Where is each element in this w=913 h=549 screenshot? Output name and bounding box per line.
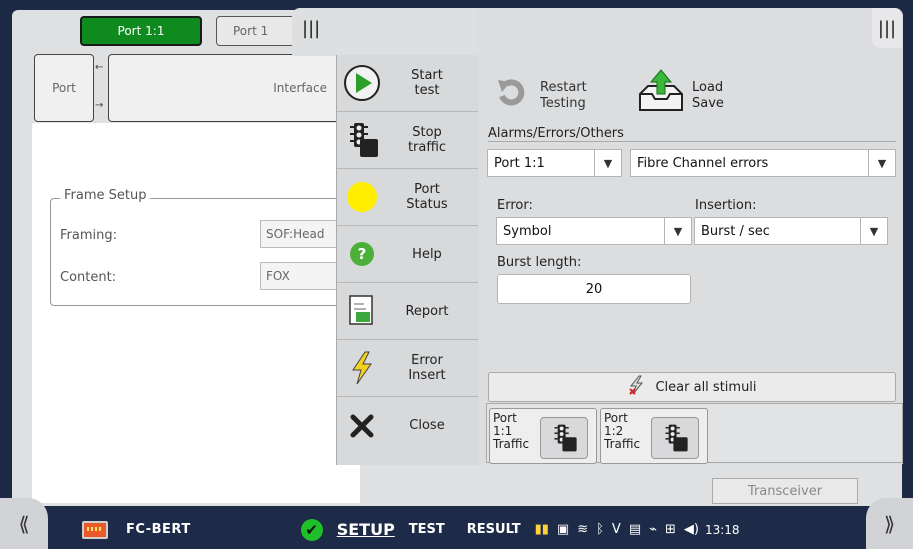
clock: 13:18 [704, 522, 740, 537]
lightning-icon [337, 350, 387, 386]
arrow-right-icon: → [95, 100, 104, 111]
status-bar: FC-BERT ✔ SETUP TEST RESULT ▮▮ ▣ ≋ ᛒ V ▤… [48, 510, 866, 549]
clear-all-stimuli-label: Clear all stimuli [655, 379, 757, 395]
network-icon: ⌁ [649, 522, 657, 537]
bluetooth-icon: ᛒ [596, 522, 604, 537]
error-select-value: Symbol [503, 223, 552, 239]
check-icon: ✔ [300, 518, 323, 541]
play-icon [337, 63, 387, 103]
panel-grip-icon[interactable]: ||| [872, 8, 902, 48]
scroll-left-button[interactable]: ⟪ [0, 498, 48, 549]
chevron-down-icon: ▼ [860, 218, 887, 244]
error-label: Error: [497, 198, 533, 213]
content-label: Content: [60, 270, 117, 285]
nav-test[interactable]: TEST [409, 522, 445, 537]
setup-content [32, 123, 360, 503]
transceiver-button[interactable]: Transceiver [712, 478, 858, 504]
transceiver-label: Transceiver [747, 483, 823, 499]
load-save-button[interactable]: Load Save [692, 80, 724, 112]
error-select[interactable]: Symbol ▼ [496, 217, 692, 245]
lan-icon: ⊞ [664, 522, 676, 537]
menu-grip-icon[interactable]: ||| [302, 18, 320, 39]
burst-length-label: Burst length: [497, 255, 582, 270]
double-chevron-left-icon: ⟪ [18, 511, 30, 536]
report-label: Report [405, 303, 449, 319]
port-block[interactable]: Port [34, 54, 94, 122]
power-icon: ▮▮ [534, 522, 549, 537]
port-1-2-traffic-button[interactable]: Port 1:2 Traffic [600, 408, 708, 464]
port-select[interactable]: Port 1:1 ▼ [487, 149, 622, 177]
framing-label: Framing: [60, 228, 117, 243]
start-test-button[interactable]: Start test [337, 55, 481, 112]
clear-stimuli-icon [627, 375, 647, 399]
category-select-value: Fibre Channel errors [637, 155, 769, 171]
speaker-icon: ◀) [683, 522, 699, 537]
report-icon [337, 294, 387, 328]
error-insert-label: Error Insert [408, 353, 446, 383]
interface-block[interactable]: Interface [108, 54, 348, 122]
double-chevron-right-icon: ⟫ [883, 511, 896, 536]
v-icon: V [611, 522, 621, 537]
content-field[interactable]: FOX [260, 262, 340, 290]
help-label: Help [412, 246, 442, 262]
close-label: Close [409, 418, 445, 433]
insertion-label: Insertion: [695, 198, 757, 213]
report-button[interactable]: Report [337, 283, 481, 340]
traffic-light-icon [337, 121, 387, 159]
port-select-value: Port 1:1 [494, 155, 545, 171]
display-icon: ▤ [628, 522, 642, 537]
port-status-button[interactable]: Port Status [337, 169, 481, 226]
category-select[interactable]: Fibre Channel errors ▼ [630, 149, 896, 177]
insertion-select[interactable]: Burst / sec ▼ [694, 217, 888, 245]
traffic-light-icon [651, 417, 699, 459]
tab-port-1-1-label: Port 1:1 [117, 24, 165, 38]
burst-length-value: 20 [585, 281, 603, 297]
port-1-1-traffic-label: Port 1:1 Traffic [493, 411, 530, 451]
start-test-label: Start test [411, 68, 443, 98]
tab-port-1-2[interactable]: Port 1 [216, 16, 300, 46]
scroll-right-button[interactable]: ⟫ [866, 498, 913, 549]
load-save-icon [636, 68, 686, 120]
module-icon [82, 520, 108, 539]
svg-text:?: ? [358, 245, 367, 263]
port-status-label: Port Status [406, 182, 448, 212]
nav-result[interactable]: RESULT [467, 522, 521, 537]
tab-port-1-2-label: Port 1 [233, 24, 269, 38]
burst-length-input[interactable]: 20 [497, 274, 691, 304]
chevron-down-icon: ▼ [868, 150, 895, 176]
section-divider [488, 141, 896, 142]
port-1-1-traffic-button[interactable]: Port 1:1 Traffic [489, 408, 597, 464]
port-1-2-traffic-label: Port 1:2 Traffic [604, 411, 641, 451]
chevron-down-icon: ▼ [664, 218, 691, 244]
restart-testing-button[interactable]: Restart Testing [540, 80, 587, 112]
interface-block-label: Interface [273, 81, 327, 95]
screen-icon: ▣ [556, 522, 570, 537]
framing-field[interactable]: SOF:Head [260, 220, 340, 248]
clear-all-stimuli-button[interactable]: Clear all stimuli [488, 372, 896, 402]
error-insert-button[interactable]: Error Insert [337, 340, 481, 397]
traffic-light-icon [540, 417, 588, 459]
tab-port-1-1[interactable]: Port 1:1 [80, 16, 202, 46]
restart-icon [494, 76, 528, 116]
frame-setup-title: Frame Setup [60, 188, 151, 203]
wifi-icon: ≋ [577, 522, 589, 537]
stop-traffic-label: Stop traffic [407, 125, 447, 155]
alarms-errors-title: Alarms/Errors/Others [488, 126, 624, 141]
help-button[interactable]: ? Help [337, 226, 481, 283]
help-icon: ? [337, 240, 387, 268]
port-block-label: Port [52, 81, 76, 95]
quick-menu: Start test Stop traffic Port Status ? He… [336, 55, 481, 465]
nav-setup[interactable]: SETUP [337, 520, 395, 539]
close-button[interactable]: Close [337, 397, 481, 454]
arrow-left-icon: ← [95, 62, 104, 73]
status-circle-icon [337, 180, 387, 214]
stop-traffic-button[interactable]: Stop traffic [337, 112, 481, 169]
close-icon [337, 413, 387, 439]
insertion-select-value: Burst / sec [701, 223, 770, 239]
app-name: FC-BERT [126, 522, 191, 537]
chevron-down-icon: ▼ [594, 150, 621, 176]
